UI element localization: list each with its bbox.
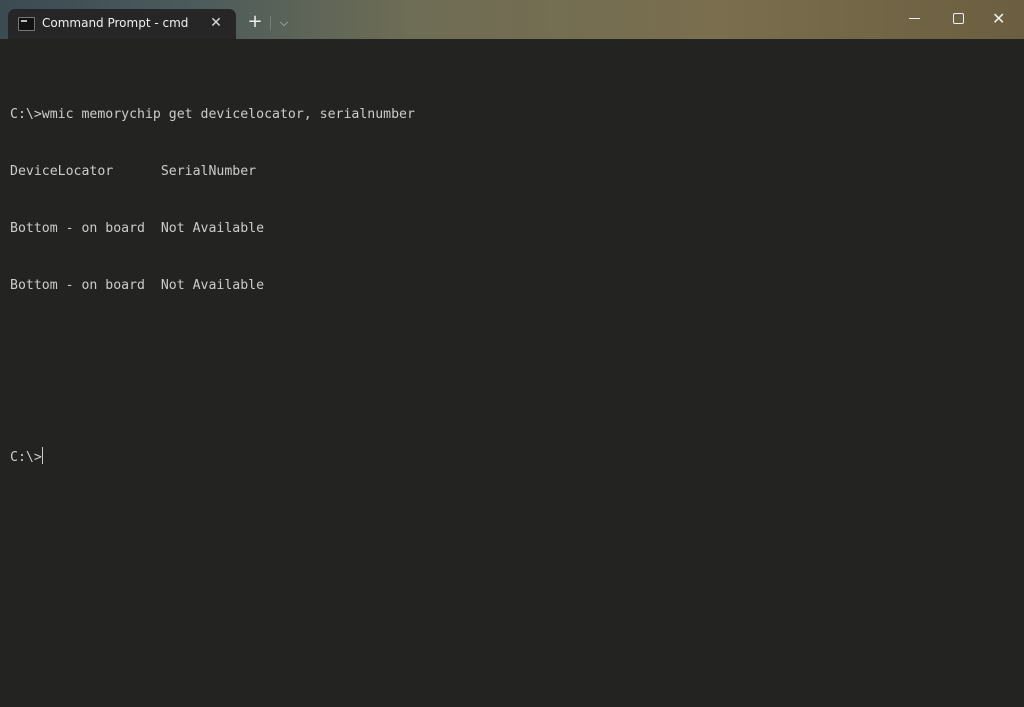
output-line: Bottom - on board Not Available [10,221,265,236]
prompt: C:\> [10,450,42,465]
minimize-icon [909,18,920,19]
tab-title: Command Prompt - cmd [42,16,189,30]
output-line: Bottom - on board Not Available [10,278,265,293]
output-line: C:\>wmic memorychip get devicelocator, s… [10,107,415,122]
divider [270,16,271,30]
tab-close-icon[interactable]: ✕ [206,13,226,33]
close-icon: ✕ [992,9,1006,28]
maximize-button[interactable] [935,0,981,38]
title-bar: Command Prompt - cmd ✕ + ⌵ ✕ [0,0,1024,39]
new-tab-button[interactable]: + [245,12,265,32]
terminal-window: Command Prompt - cmd ✕ + ⌵ ✕ C:\>wmic me… [0,0,1024,707]
terminal-output[interactable]: C:\>wmic memorychip get devicelocator, s… [10,67,415,504]
close-button[interactable]: ✕ [978,0,1024,38]
chevron-down-icon[interactable]: ⌵ [274,12,294,32]
minimize-button[interactable] [892,0,938,38]
terminal-icon [18,17,35,31]
prompt-line[interactable]: C:\> [10,447,415,466]
output-line: DeviceLocator SerialNumber [10,164,257,179]
text-cursor [41,447,43,464]
maximize-icon [953,13,964,24]
tab-command-prompt[interactable]: Command Prompt - cmd ✕ [8,9,236,39]
